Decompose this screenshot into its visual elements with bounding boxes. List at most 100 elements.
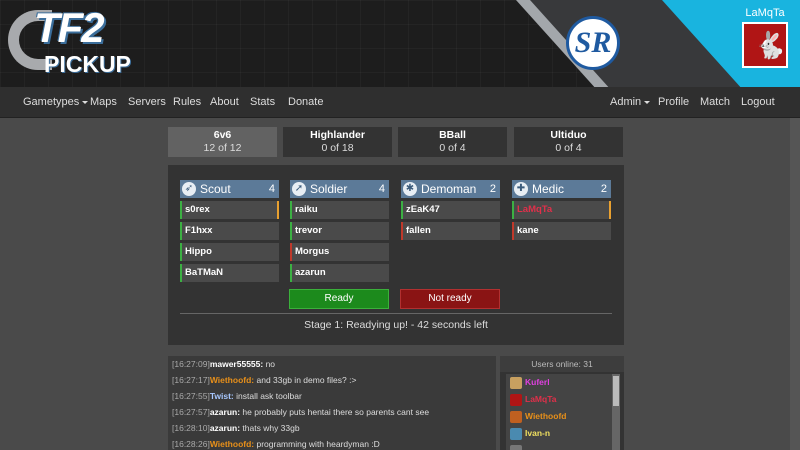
medic-icon: ✚ <box>514 182 528 196</box>
chat-username[interactable]: Wiethoofd: <box>210 375 254 385</box>
tab-name: Highlander <box>310 129 365 141</box>
player-list: zEaK47 fallen <box>401 201 500 240</box>
users-online-label: Users online: 31 <box>500 356 624 372</box>
player-slot[interactable]: BaTMaN <box>180 264 279 282</box>
player-slot[interactable]: zEaK47 <box>401 201 500 219</box>
users-online-list[interactable]: Kuferl LaMqTa Wiethoofd Ivan-n <box>506 374 612 450</box>
class-header-scout[interactable]: ➶ Scout 4 <box>180 180 279 198</box>
chat-log[interactable]: [16:27:09]mawer55555: no [16:27:17]Wietho… <box>168 356 496 450</box>
player-slot[interactable]: kane <box>512 222 611 240</box>
ready-status-indicator <box>401 201 403 219</box>
player-slot[interactable]: F1hxx <box>180 222 279 240</box>
highlight-marker <box>609 201 611 219</box>
player-slot[interactable]: Hippo <box>180 243 279 261</box>
player-slot[interactable]: fallen <box>401 222 500 240</box>
class-count: 4 <box>268 183 275 195</box>
player-name: F1hxx <box>185 225 213 236</box>
chat-timestamp: [16:27:55] <box>172 391 210 401</box>
chat-message: [16:27:55]Twist: install ask toolbar <box>168 388 496 404</box>
class-name: Demoman <box>421 182 477 196</box>
sponsor-logo[interactable]: SR <box>566 16 620 70</box>
player-name: trevor <box>295 225 322 236</box>
user-avatar-icon <box>510 376 522 389</box>
nav-about[interactable]: About <box>210 87 239 118</box>
online-user[interactable]: Ivan-n <box>506 425 612 442</box>
chat-text: programming with heardyman :D <box>254 439 380 449</box>
ready-button[interactable]: Ready <box>289 289 389 309</box>
chat-message: [16:27:09]mawer55555: no <box>168 356 496 372</box>
users-scrollbar-thumb[interactable] <box>613 376 619 406</box>
user-avatar-icon <box>510 410 522 423</box>
nav-profile[interactable]: Profile <box>658 87 689 118</box>
class-header-soldier[interactable]: ➚ Soldier 4 <box>290 180 389 198</box>
player-name: Hippo <box>185 246 212 257</box>
page-scrollbar[interactable] <box>790 118 800 450</box>
player-slot[interactable]: azarun <box>290 264 389 282</box>
nav-stats[interactable]: Stats <box>250 87 275 118</box>
nav-servers[interactable]: Servers <box>128 87 166 118</box>
online-user[interactable] <box>506 442 612 450</box>
ready-status-indicator <box>512 222 514 240</box>
player-slot[interactable]: raiku <box>290 201 389 219</box>
class-name: Soldier <box>310 182 348 196</box>
chat-username[interactable]: mawer55555: <box>210 359 263 369</box>
nav-donate[interactable]: Donate <box>288 87 323 118</box>
site-header: TF2 PICKUP SR LaMqTa 🐇 <box>0 0 800 87</box>
class-name: Medic <box>532 182 565 196</box>
online-user[interactable]: Kuferl <box>506 374 612 391</box>
ready-status-indicator <box>180 222 182 240</box>
class-header-demoman[interactable]: ✱ Demoman 2 <box>401 180 500 198</box>
chat-username[interactable]: azarun: <box>210 407 240 417</box>
chat-text: he probably puts hentai there so parents… <box>240 407 430 417</box>
tf2pickup-logo[interactable]: TF2 PICKUP <box>8 6 131 80</box>
not-ready-button[interactable]: Not ready <box>400 289 500 309</box>
highlight-marker <box>277 201 279 219</box>
ready-status-indicator <box>180 243 182 261</box>
rabbit-icon: 🐇 <box>754 30 787 60</box>
player-slot[interactable]: LaMqTa <box>512 201 611 219</box>
player-name: s0rex <box>185 204 210 215</box>
user-profile-box[interactable]: LaMqTa 🐇 <box>732 6 798 73</box>
stage-status-text: Stage 1: Readying up! - 42 seconds left <box>304 319 488 331</box>
online-user-name: LaMqTa <box>525 394 557 404</box>
nav-maps[interactable]: Maps <box>90 87 117 118</box>
chat-username[interactable]: Twist: <box>210 391 234 401</box>
users-online-panel: Users online: 31 Kuferl LaMqTa Wiethoofd Iv… <box>500 356 624 450</box>
player-list: s0rex F1hxx Hippo BaTMaN <box>180 201 279 282</box>
class-column-scout: ➶ Scout 4 s0rex F1hxx Hippo BaTMaN <box>180 180 279 282</box>
user-avatar-icon <box>510 393 522 406</box>
tab-highlander[interactable]: Highlander 0 of 18 <box>283 127 392 157</box>
user-avatar-icon <box>510 427 522 440</box>
player-name: azarun <box>295 267 326 278</box>
chat-timestamp: [16:28:26] <box>172 439 210 449</box>
ready-status-indicator <box>180 201 182 219</box>
player-slot[interactable]: s0rex <box>180 201 279 219</box>
chat-message: [16:28:26]Wiethoofd: programming with he… <box>168 436 496 450</box>
chat-username[interactable]: azarun: <box>210 423 240 433</box>
online-user[interactable]: Wiethoofd <box>506 408 612 425</box>
nav-gametypes-dropdown[interactable]: Gametypes <box>23 87 89 118</box>
player-slot[interactable]: Morgus <box>290 243 389 261</box>
online-user[interactable]: LaMqTa <box>506 391 612 408</box>
ready-status-indicator <box>180 264 182 282</box>
class-header-medic[interactable]: ✚ Medic 2 <box>512 180 611 198</box>
tab-bball[interactable]: BBall 0 of 4 <box>398 127 507 157</box>
online-user-name: Ivan-n <box>525 428 551 438</box>
class-count: 4 <box>378 183 385 195</box>
tab-6v6[interactable]: 6v6 12 of 12 <box>168 127 277 157</box>
chat-username[interactable]: Wiethoofd: <box>210 439 254 449</box>
nav-rules[interactable]: Rules <box>173 87 201 118</box>
ready-status-indicator <box>401 222 403 240</box>
chat-timestamp: [16:27:09] <box>172 359 210 369</box>
class-column-soldier: ➚ Soldier 4 raiku trevor Morgus azarun <box>290 180 389 282</box>
player-slot[interactable]: trevor <box>290 222 389 240</box>
tab-count: 12 of 12 <box>203 142 242 154</box>
chat-message: [16:27:57]azarun: he probably puts henta… <box>168 404 496 420</box>
nav-admin-dropdown[interactable]: Admin <box>610 87 651 118</box>
nav-match[interactable]: Match <box>700 87 730 118</box>
avatar[interactable]: 🐇 <box>742 22 788 68</box>
tab-name: Ultiduo <box>550 129 587 141</box>
tab-ultiduo[interactable]: Ultiduo 0 of 4 <box>514 127 623 157</box>
chat-message: [16:27:17]Wiethoofd: and 33gb in demo fi… <box>168 372 496 388</box>
nav-logout[interactable]: Logout <box>741 87 775 118</box>
